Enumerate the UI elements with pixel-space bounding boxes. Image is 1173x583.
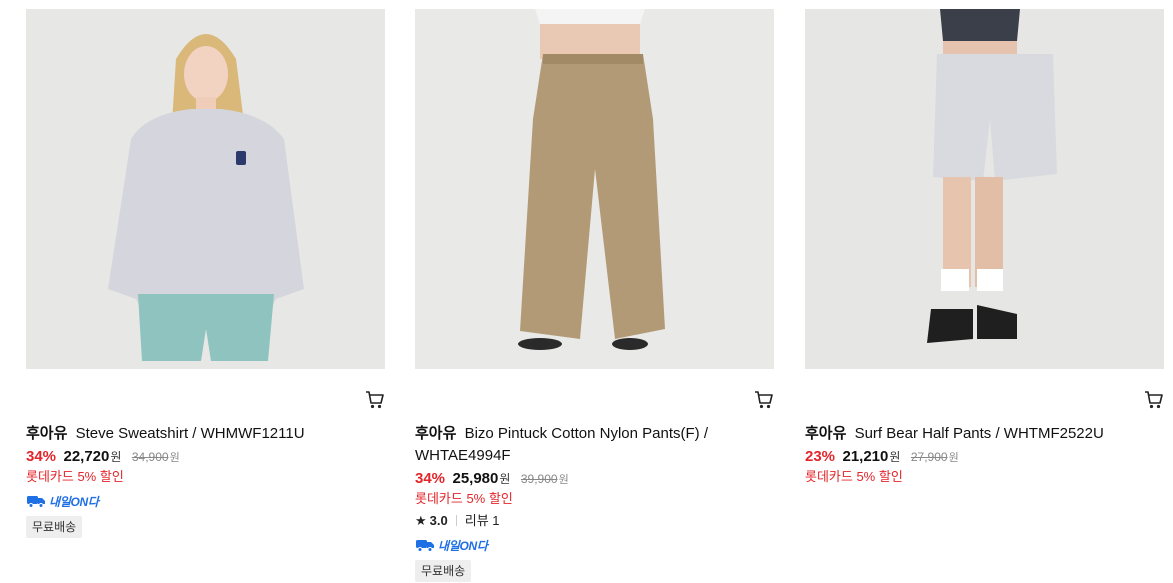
cart-icon [755, 391, 773, 409]
product-name[interactable]: 후아유 Bizo Pintuck Cotton Nylon Pants(F) /… [415, 423, 745, 467]
product-name[interactable]: 후아유 Surf Bear Half Pants / WHTMF2522U [805, 423, 1135, 445]
review-count: 리뷰 1 [464, 513, 500, 528]
original-price-unit: 원 [169, 452, 180, 464]
original-price: 27,900 [910, 450, 948, 464]
brand-name: 후아유 [805, 425, 847, 442]
discount-rate: 23% [805, 448, 836, 465]
rating-score: 3.0 [429, 513, 448, 528]
product-title: Bizo Pintuck Cotton Nylon Pants(F) / WHT… [415, 425, 709, 464]
pants-photo [415, 9, 774, 369]
brand-name: 후아유 [415, 425, 457, 442]
sweatshirt-photo [26, 9, 385, 369]
sale-price: 21,210 [842, 448, 889, 465]
original-price-unit: 원 [948, 452, 959, 464]
card-promo: 롯데카드 5% 할인 [415, 491, 513, 506]
product-image[interactable] [805, 9, 1164, 369]
add-to-cart-button[interactable] [754, 390, 774, 410]
product-name[interactable]: 후아유 Steve Sweatshirt / WHMWF1211U [26, 423, 356, 445]
price-unit: 원 [499, 472, 511, 486]
divider [455, 515, 457, 526]
original-price: 34,900 [131, 450, 169, 464]
delivery-badge-label: 내일ON다 [438, 538, 488, 553]
price-row: 23% 21,210원 27,900원 [805, 446, 1135, 468]
truck-icon [27, 496, 45, 508]
truck-icon [416, 540, 434, 552]
price-row: 34% 25,980원 39,900원 [415, 468, 745, 490]
product-title: Surf Bear Half Pants / WHTMF2522U [854, 425, 1104, 442]
cart-icon [1145, 391, 1163, 409]
card-promo: 롯데카드 5% 할인 [26, 469, 124, 484]
product-image[interactable] [415, 9, 774, 369]
discount-rate: 34% [415, 470, 446, 487]
price-unit: 원 [110, 450, 122, 464]
price-row: 34% 22,720원 34,900원 [26, 446, 356, 468]
delivery-badge: 내일ON다 [415, 536, 745, 554]
rating-row[interactable]: ★ 3.0 리뷰 1 [415, 512, 745, 530]
original-price: 39,900 [520, 472, 558, 486]
price-unit: 원 [889, 450, 901, 464]
sale-price: 22,720 [63, 448, 110, 465]
free-shipping-badge: 무료배송 [415, 560, 472, 582]
free-shipping-badge: 무료배송 [26, 516, 83, 538]
discount-rate: 34% [26, 448, 57, 465]
product-title: Steve Sweatshirt / WHMWF1211U [75, 425, 305, 442]
add-to-cart-button[interactable] [365, 390, 385, 410]
card-promo: 롯데카드 5% 할인 [805, 469, 903, 484]
delivery-badge-label: 내일ON다 [49, 494, 99, 509]
brand-name: 후아유 [26, 425, 68, 442]
cart-icon [366, 391, 384, 409]
product-image[interactable] [26, 9, 385, 369]
add-to-cart-button[interactable] [1144, 390, 1164, 410]
original-price-unit: 원 [558, 474, 569, 486]
sale-price: 25,980 [452, 470, 499, 487]
shorts-photo [805, 9, 1164, 369]
delivery-badge: 내일ON다 [26, 492, 356, 510]
star-icon: ★ [415, 513, 427, 528]
